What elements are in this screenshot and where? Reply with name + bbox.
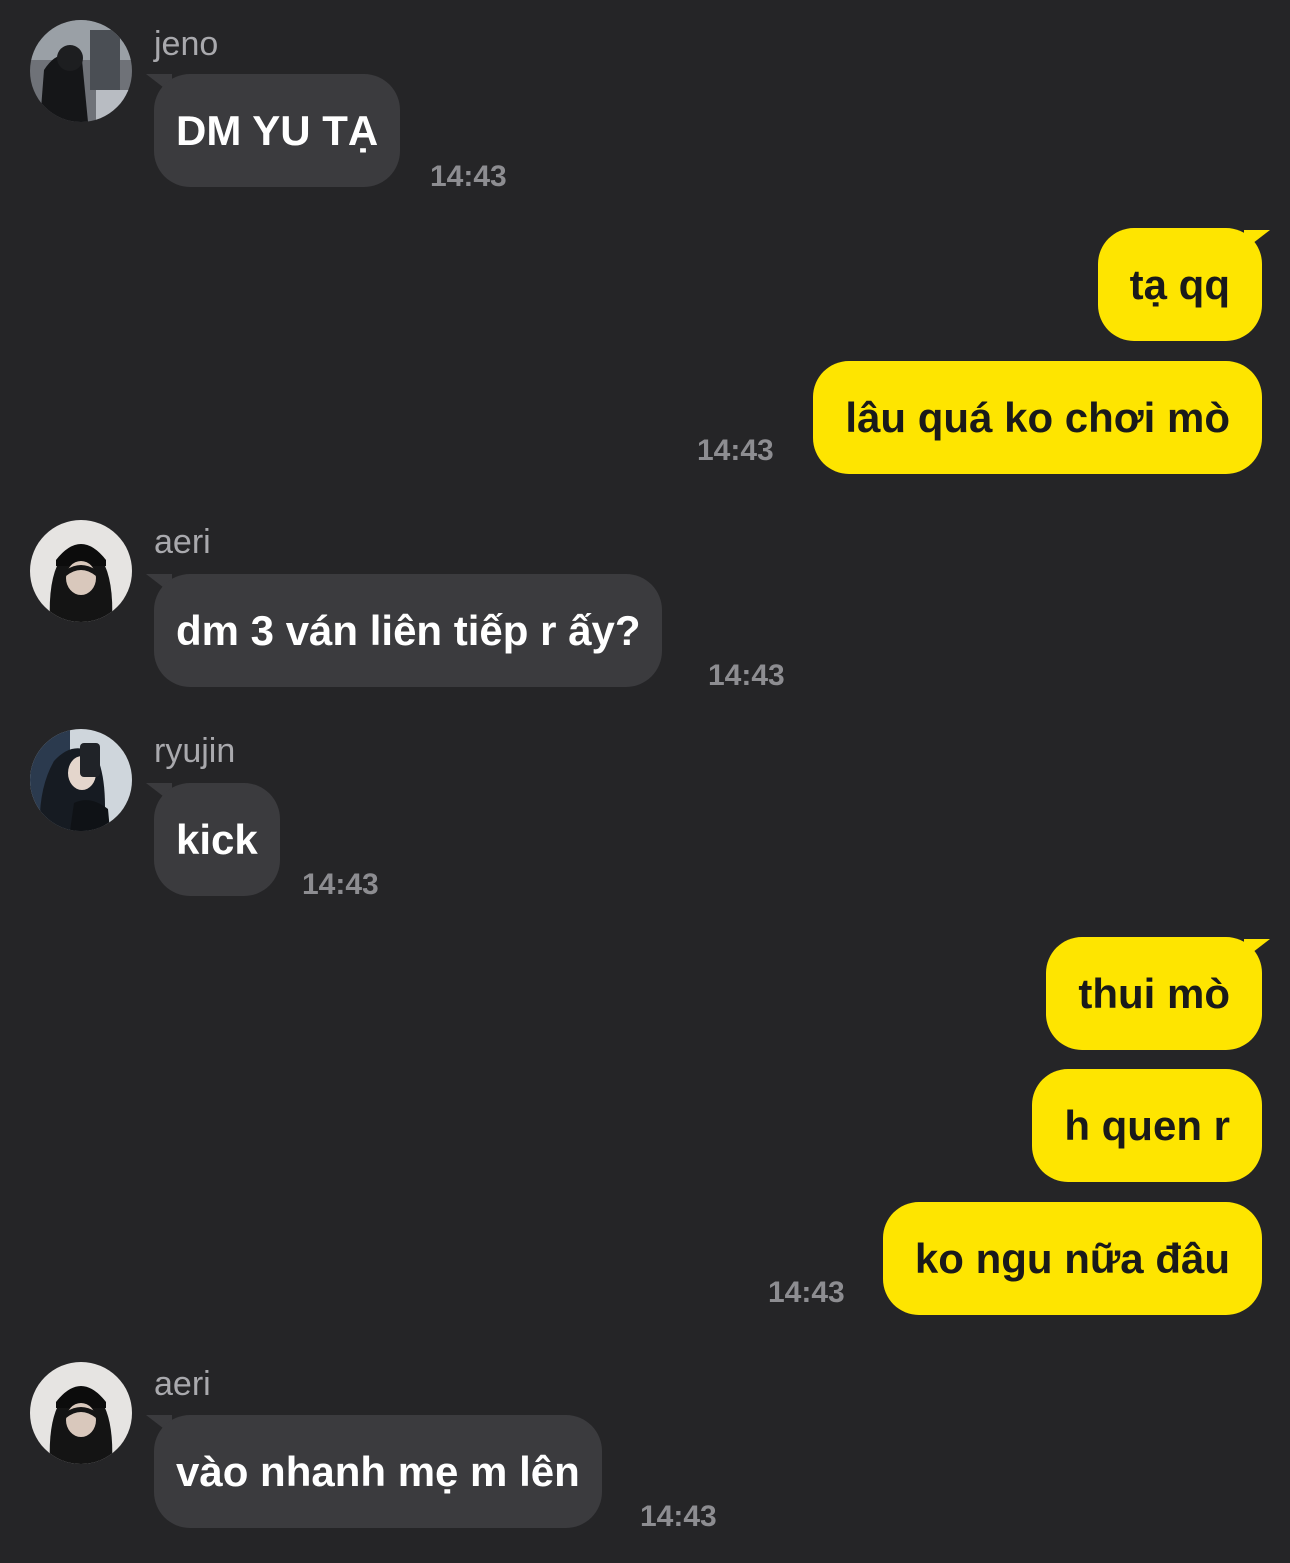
ryujin-avatar[interactable]	[30, 729, 132, 831]
message-time: 14:43	[640, 1500, 717, 1533]
aeri-avatar[interactable]	[30, 520, 132, 622]
jeno-avatar-photo	[30, 20, 132, 122]
message-bubble[interactable]: vào nhanh mẹ m lên	[154, 1415, 602, 1528]
message-bubble[interactable]: kick	[154, 783, 280, 896]
message-bubble[interactable]: DM YU TẠ	[154, 74, 401, 187]
message-bubble[interactable]: h quen r	[1032, 1069, 1262, 1182]
sender-name: jeno	[154, 25, 219, 63]
message-time: 14:43	[697, 434, 774, 467]
sender-name: ryujin	[154, 732, 236, 770]
sender-name: aeri	[154, 523, 211, 561]
message-bubble[interactable]: thui mò	[1046, 937, 1262, 1050]
jeno-avatar[interactable]	[30, 20, 132, 122]
sender-name: aeri	[154, 1365, 211, 1403]
message-bubble[interactable]: ko ngu nữa đâu	[882, 1202, 1262, 1315]
message-bubble[interactable]: tạ qq	[1097, 228, 1262, 341]
message-time: 14:43	[430, 160, 507, 193]
message-time: 14:43	[768, 1276, 845, 1309]
aeri-avatar-photo	[30, 520, 132, 622]
aeri-avatar[interactable]	[30, 1362, 132, 1464]
message-time: 14:43	[708, 659, 785, 692]
message-bubble[interactable]: dm 3 ván liên tiếp r ấy?	[154, 574, 663, 687]
ryujin-avatar-photo	[30, 729, 132, 831]
aeri-avatar-photo	[30, 1362, 132, 1464]
message-bubble[interactable]: lâu quá ko chơi mò	[813, 361, 1262, 474]
message-time: 14:43	[302, 868, 379, 901]
